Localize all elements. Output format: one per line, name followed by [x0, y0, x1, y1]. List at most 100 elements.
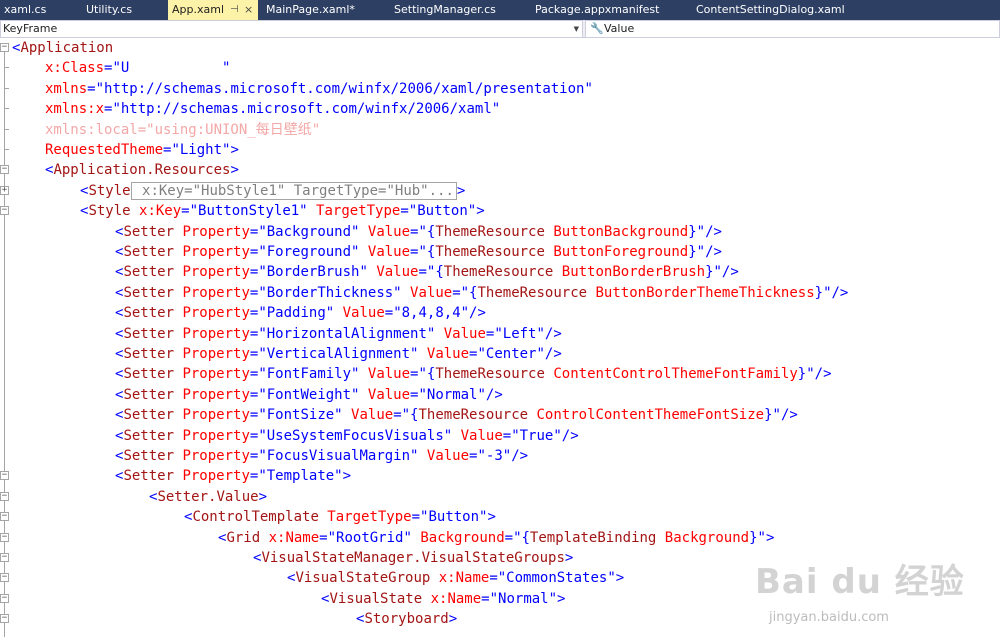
code-line[interactable]: xmlns:local="using:UNION_每日壁纸"	[0, 120, 1000, 140]
code-line[interactable]: − <Grid x:Name="RootGrid" Background="{Te…	[0, 528, 1000, 548]
code-line[interactable]: <Setter Property="FocusVisualMargin" Val…	[0, 446, 1000, 466]
code-token: />	[485, 386, 503, 403]
code-token: =	[418, 264, 427, 281]
collapse-icon[interactable]: −	[0, 43, 9, 52]
code-token: >	[230, 162, 239, 179]
code-line[interactable]: <Setter Property="FontSize" Value="{Them…	[0, 405, 1000, 425]
code-token: "{	[513, 529, 530, 546]
code-token: x:Name	[260, 529, 320, 546]
tab-label: xaml.cs	[4, 3, 47, 16]
expand-icon[interactable]: +	[0, 185, 9, 195]
code-line[interactable]: <Setter Property="BorderBrush" Value="{T…	[0, 262, 1000, 282]
code-token: ButtonBorderBrush	[553, 264, 706, 281]
code-line[interactable]: <Setter Property="Padding" Value="8,4,8,…	[0, 303, 1000, 323]
code-token: Value	[435, 325, 486, 342]
tab-utility-cs[interactable]: Utility.cs	[84, 0, 164, 20]
tab-xaml-cs[interactable]: xaml.cs	[0, 0, 80, 20]
code-token: Setter	[123, 366, 175, 383]
code-token: "Foreground"	[258, 244, 360, 260]
collapse-icon[interactable]: −	[0, 553, 9, 562]
code-text: RequestedTheme="Light">	[45, 140, 239, 160]
collapse-icon[interactable]: −	[0, 614, 9, 624]
code-line[interactable]: x:Class="U "	[0, 58, 1000, 78]
code-line[interactable]: − <Application.Resources>	[0, 160, 1000, 180]
code-token: "FontWeight"	[258, 386, 360, 403]
tab-package-appxmanifest[interactable]: Package.appxmanifest	[533, 0, 690, 20]
code-token: Property	[174, 468, 250, 485]
code-token: ThemeResource	[418, 407, 529, 424]
tab-settingmanager-cs[interactable]: SettingManager.cs	[392, 0, 529, 20]
code-token: Application.Resources	[53, 162, 231, 179]
collapse-icon[interactable]: −	[0, 593, 9, 603]
code-line[interactable]: <Setter Property="BorderThickness" Value…	[0, 283, 1000, 303]
code-line[interactable]: − <Setter Property="Template">	[0, 466, 1000, 486]
code-line[interactable]: RequestedTheme="Light">	[0, 140, 1000, 160]
code-token: Value	[401, 284, 453, 301]
code-line[interactable]: <Setter Property="FontFamily" Value="{Th…	[0, 364, 1000, 384]
code-token: x:Name	[430, 570, 490, 587]
member-dropdown[interactable]: 🔧 Value	[585, 20, 1000, 38]
tab-mainpage-xaml[interactable]: MainPage.xaml*	[262, 0, 388, 20]
code-token: xmlns	[45, 80, 88, 97]
code-token: Setter	[123, 407, 175, 424]
code-line[interactable]: − <Application	[0, 38, 1000, 58]
code-line[interactable]: <Setter Property="FontWeight" Value="Nor…	[0, 385, 1000, 405]
code-token: VisualStateManager.VisualStateGroups	[261, 550, 565, 566]
collapse-icon[interactable]: −	[0, 512, 9, 522]
code-line[interactable]: + <Style x:Key="HubStyle1" TargetType="Hu…	[0, 181, 1000, 201]
code-line[interactable]: xmlns="http://schemas.microsoft.com/winf…	[0, 79, 1000, 99]
code-token: =	[393, 407, 402, 424]
collapsed-region[interactable]: x:Key="HubStyle1" TargetType="Hub"...	[130, 181, 457, 200]
code-token: "Light"	[171, 142, 231, 158]
code-token: =	[87, 80, 96, 97]
code-line[interactable]: <Setter Property="HorizontalAlignment" V…	[0, 324, 1000, 344]
code-token: />	[705, 244, 722, 260]
code-token: "HorizontalAlignment"	[258, 325, 436, 342]
collapse-icon[interactable]: −	[0, 532, 9, 542]
member-value: Value	[604, 22, 635, 35]
code-token: "U	[112, 60, 130, 77]
type-member-dropdown[interactable]: KeyFrame ▼	[0, 20, 583, 38]
code-text: xmlns:local="using:UNION_每日壁纸"	[45, 120, 320, 140]
code-line[interactable]: <Setter Property="Foreground" Value="{Th…	[0, 242, 1000, 262]
code-token: Grid	[226, 529, 261, 546]
collapse-icon[interactable]: −	[0, 471, 9, 481]
tab-label: ContentSettingDialog.xaml	[696, 3, 844, 16]
code-line[interactable]: − <Setter.Value>	[0, 487, 1000, 507]
outline-tick	[4, 67, 9, 69]
code-token: >	[342, 468, 352, 485]
code-token: "{	[460, 284, 478, 301]
collapse-icon[interactable]: −	[0, 573, 9, 583]
code-token: >	[230, 142, 239, 158]
tab-app-xaml[interactable]: App.xaml ⊣ ×	[168, 0, 258, 20]
close-icon[interactable]: ×	[244, 0, 253, 20]
code-line[interactable]: <Setter Property="VerticalAlignment" Val…	[0, 344, 1000, 364]
code-token: ControlContentThemeFontSize	[528, 407, 765, 424]
code-token: x:Key	[130, 203, 182, 220]
code-token: Setter	[123, 427, 175, 444]
code-line[interactable]: <Setter Property="Background" Value="{Th…	[0, 222, 1000, 242]
code-line[interactable]: − <ControlTemplate TargetType="Button">	[0, 507, 1000, 527]
code-text: <Setter.Value>	[149, 487, 267, 507]
tab-contentsettingdialog-xaml[interactable]: ContentSettingDialog.xaml	[694, 0, 844, 20]
code-token: Application	[20, 40, 114, 56]
code-token: >	[258, 488, 268, 505]
code-text: <Grid x:Name="RootGrid" Background="{Tem…	[218, 528, 774, 548]
code-token: Property	[174, 448, 250, 464]
code-token: "Button"	[420, 509, 488, 526]
collapse-icon[interactable]: −	[0, 165, 9, 175]
code-text: <Setter Property="FontWeight" Value="Nor…	[115, 385, 503, 405]
pin-icon[interactable]: ⊣	[230, 0, 239, 20]
code-token: />	[544, 325, 562, 342]
outline-tick	[4, 87, 9, 89]
code-token: />	[705, 223, 722, 240]
collapse-icon[interactable]: −	[0, 206, 9, 216]
collapse-icon[interactable]: −	[0, 491, 9, 501]
code-editor[interactable]: − <Application x:Class="U " xmlns="http://s…	[0, 38, 1000, 637]
code-token: "Normal"	[489, 590, 558, 607]
code-line[interactable]: − <Style x:Key="ButtonStyle1" TargetType=…	[0, 201, 1000, 221]
code-line[interactable]: <Setter Property="UseSystemFocusVisuals"…	[0, 426, 1000, 446]
code-line[interactable]: xmlns:x="http://schemas.microsoft.com/wi…	[0, 99, 1000, 119]
code-token: xmlns:local="using:UNION_每日壁纸"	[45, 121, 321, 138]
code-token: x:Name	[422, 590, 482, 607]
